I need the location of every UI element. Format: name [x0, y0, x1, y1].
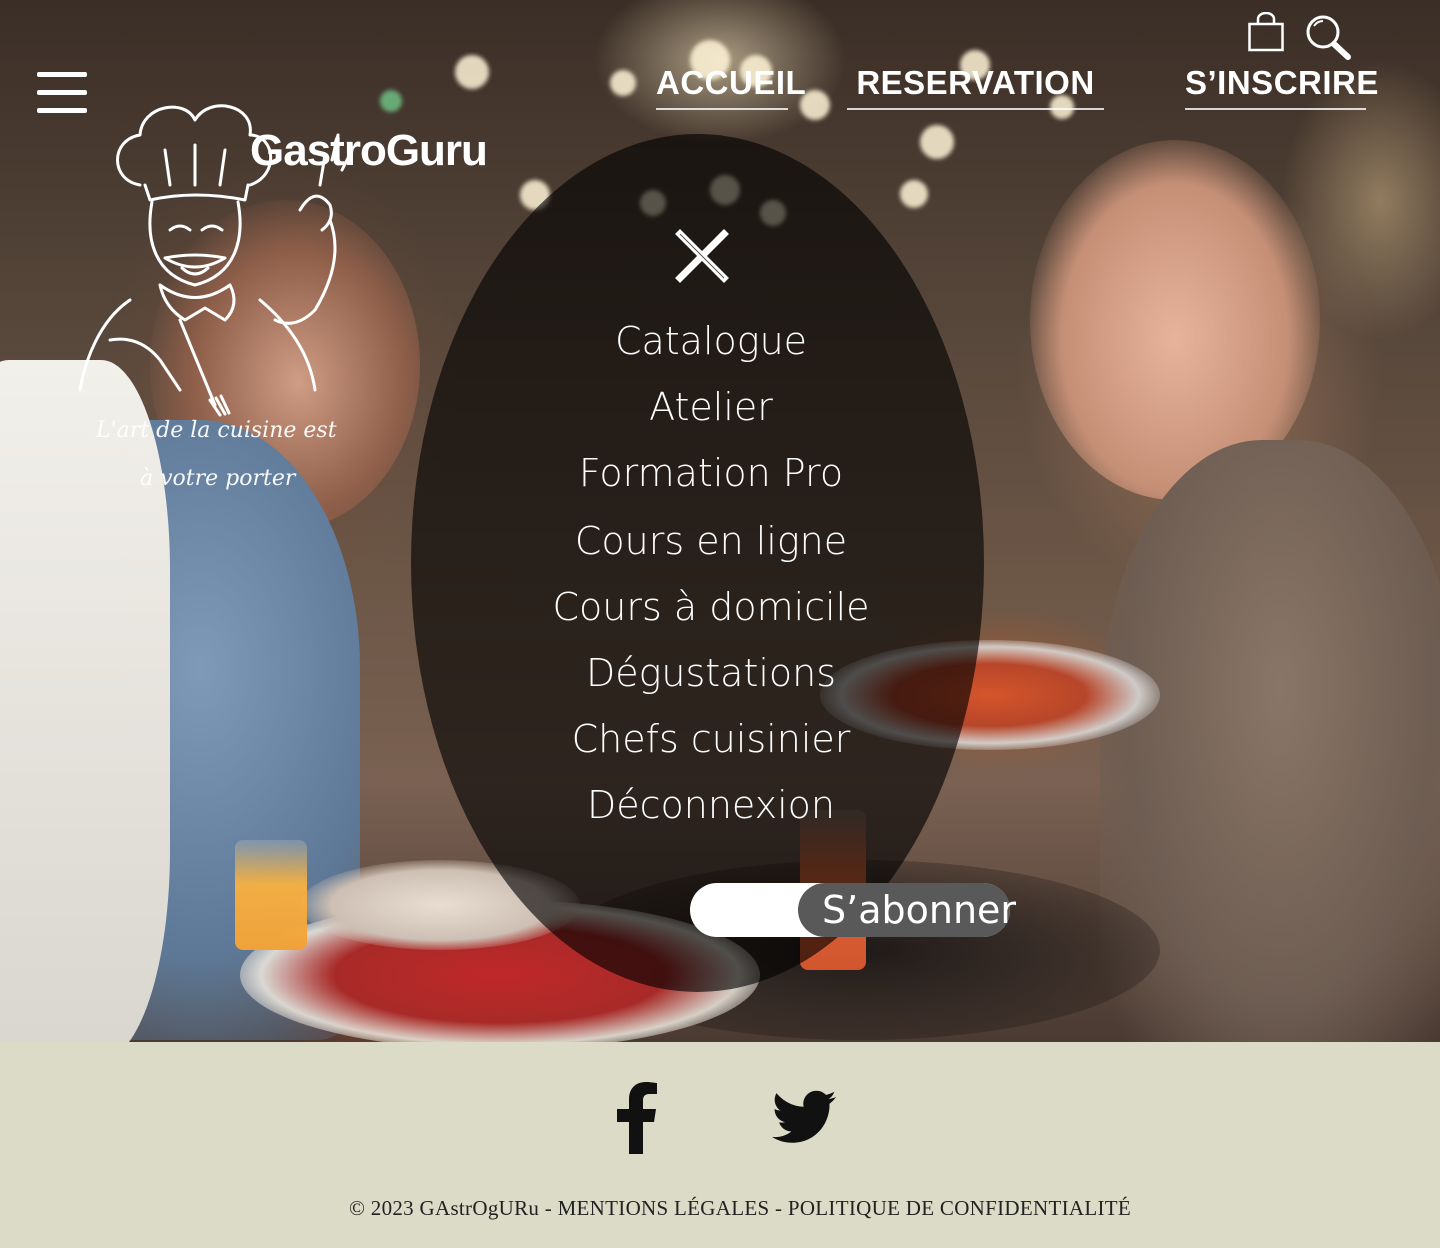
menu-item-catalogue[interactable]: Catalogue: [411, 319, 1011, 363]
facebook-icon[interactable]: [614, 1082, 658, 1154]
menu-item-cours-a-domicile[interactable]: Cours à domicile: [411, 585, 1011, 629]
menu-item-formation-pro[interactable]: Formation Pro: [411, 451, 1011, 495]
bokeh-light: [455, 55, 489, 89]
bokeh-light: [610, 70, 636, 96]
twitter-icon[interactable]: [772, 1090, 836, 1146]
brand-tagline-line2: à votre porter: [140, 466, 296, 491]
menu-item-degustations[interactable]: Dégustations: [411, 651, 1011, 695]
footer-legal-text[interactable]: © 2023 GAstrOgURu - MENTIONS LÉGALES - P…: [0, 1196, 1440, 1221]
search-icon[interactable]: [1304, 14, 1352, 60]
close-icon[interactable]: [674, 228, 730, 284]
diner-white-shirt: [0, 360, 170, 1042]
subscribe-form: S’abonner: [690, 883, 1016, 937]
brand-title[interactable]: GastroGuru: [250, 126, 488, 176]
brand-tagline-line1: L'art de la cuisine est: [96, 418, 337, 443]
menu-item-cours-en-ligne[interactable]: Cours en ligne: [411, 519, 1011, 563]
bokeh-light: [380, 90, 402, 112]
menu-item-atelier[interactable]: Atelier: [411, 385, 1011, 429]
orange-juice-glass: [235, 840, 307, 950]
nav-sinscrire[interactable]: S’INSCRIRE: [1185, 64, 1378, 110]
bokeh-light: [920, 125, 954, 159]
menu-item-chefs-cuisinier[interactable]: Chefs cuisinier: [411, 717, 1011, 761]
nav-reservation[interactable]: RESERVATION: [847, 64, 1104, 110]
bokeh-light: [900, 180, 928, 208]
subscribe-button[interactable]: S’abonner: [798, 883, 1016, 937]
nav-accueil[interactable]: ACCUEIL: [656, 64, 806, 110]
shopping-bag-icon[interactable]: [1248, 12, 1284, 52]
menu-item-deconnexion[interactable]: Déconnexion: [411, 783, 1011, 827]
